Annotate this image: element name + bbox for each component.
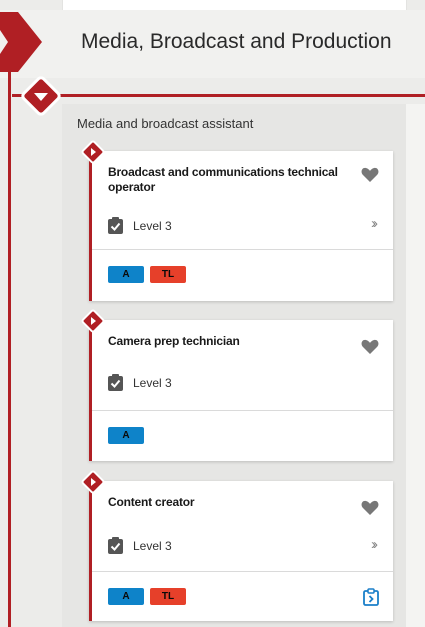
badge-row: A TL: [108, 588, 186, 605]
card-divider: [92, 410, 393, 411]
card-marker-icon: [81, 309, 105, 333]
card-divider: [92, 571, 393, 572]
level-row: Level 3: [108, 374, 172, 391]
clipboard-check-icon: [108, 217, 123, 234]
badge-apprenticeship: A: [108, 427, 144, 444]
heart-icon[interactable]: [361, 500, 379, 516]
badge-row: A TL: [108, 266, 186, 283]
right-gutter: [406, 104, 425, 627]
badge-t-level: TL: [150, 588, 186, 605]
heart-icon[interactable]: [361, 339, 379, 355]
badge-row: A: [108, 427, 144, 444]
level-text: Level 3: [133, 375, 172, 390]
level-text: Level 3: [133, 538, 172, 553]
occupation-card-1[interactable]: Broadcast and communications technical o…: [81, 140, 393, 301]
card-title[interactable]: Broadcast and communications technical o…: [108, 165, 348, 195]
heart-icon[interactable]: [361, 167, 379, 183]
badge-t-level: TL: [150, 266, 186, 283]
clipboard-arrow-icon[interactable]: [363, 588, 379, 606]
level-text: Level 3: [133, 218, 172, 233]
occupation-card-2[interactable]: Camera prep technician Level 3 A: [81, 309, 393, 461]
track-line-vertical: [8, 72, 11, 627]
card-title[interactable]: Content creator: [108, 495, 348, 510]
route-title: Media, Broadcast and Production: [81, 30, 392, 53]
route-chevron-icon[interactable]: [0, 12, 44, 74]
level-row: Level 3: [108, 537, 172, 554]
badge-apprenticeship: A: [108, 266, 144, 283]
track-line-horizontal: [12, 94, 425, 97]
group-toggle-icon[interactable]: [21, 76, 61, 116]
clipboard-check-icon: [108, 374, 123, 391]
occupation-card-3[interactable]: Content creator Level 3 ›› A TL: [81, 470, 393, 621]
clipboard-check-icon: [108, 537, 123, 554]
group-label: Media and broadcast assistant: [77, 116, 254, 131]
double-chevron-right-icon[interactable]: ››: [371, 215, 378, 232]
badge-apprenticeship: A: [108, 588, 144, 605]
double-chevron-right-icon[interactable]: ››: [371, 536, 378, 553]
card-divider: [92, 249, 393, 250]
card-marker-icon: [81, 140, 105, 164]
card-title[interactable]: Camera prep technician: [108, 334, 348, 349]
card-marker-icon: [81, 470, 105, 494]
level-row: Level 3: [108, 217, 172, 234]
